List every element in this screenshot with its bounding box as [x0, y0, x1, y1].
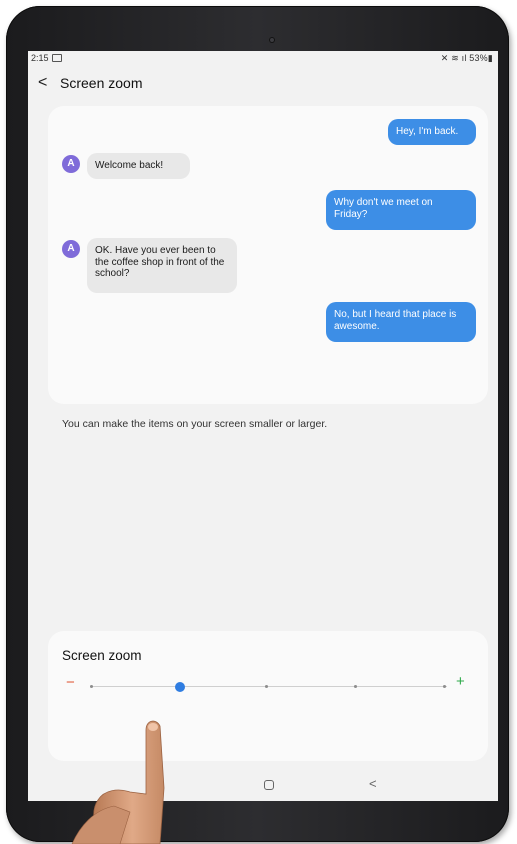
- chat-preview-card: Hey, I'm back. A Welcome back! Why don't…: [48, 106, 488, 404]
- zoom-in-button[interactable]: +: [456, 673, 465, 690]
- app-bar: < Screen zoom: [28, 73, 498, 97]
- zoom-level-tick[interactable]: [354, 685, 357, 688]
- chat-bubble-outgoing: No, but I heard that place is awesome.: [326, 302, 476, 342]
- zoom-level-tick[interactable]: [443, 685, 446, 688]
- pointing-hand-icon: [71, 720, 165, 844]
- chat-bubble-outgoing: Hey, I'm back.: [388, 119, 476, 145]
- zoom-slider-thumb[interactable]: [175, 682, 185, 692]
- home-icon[interactable]: [264, 780, 274, 790]
- back-icon[interactable]: <: [369, 776, 377, 791]
- chevron-left-icon[interactable]: <: [38, 74, 54, 92]
- zoom-control-title: Screen zoom: [62, 648, 142, 663]
- status-icons: ✕ ≋ ıl 53%▮: [440, 53, 493, 63]
- zoom-level-tick[interactable]: [265, 685, 268, 688]
- chat-bubble-outgoing: Why don't we meet on Friday?: [326, 190, 476, 230]
- status-bar: 2:15 ✕ ≋ ıl 53%▮: [28, 51, 498, 65]
- chat-bubble-incoming: OK. Have you ever been to the coffee sho…: [87, 238, 237, 293]
- zoom-slider-track[interactable]: [90, 686, 447, 687]
- gallery-notification-icon: [52, 54, 62, 62]
- screen: 2:15 ✕ ≋ ıl 53%▮ < Screen zoom Hey, I'm …: [28, 51, 498, 801]
- zoom-description: You can make the items on your screen sm…: [62, 418, 328, 430]
- zoom-out-button[interactable]: −: [66, 674, 75, 691]
- avatar: A: [62, 155, 80, 173]
- page-title: Screen zoom: [60, 75, 143, 91]
- chat-bubble-incoming: Welcome back!: [87, 153, 190, 179]
- zoom-level-tick[interactable]: [90, 685, 93, 688]
- status-time: 2:15: [31, 53, 49, 63]
- front-camera: [269, 37, 275, 43]
- avatar: A: [62, 240, 80, 258]
